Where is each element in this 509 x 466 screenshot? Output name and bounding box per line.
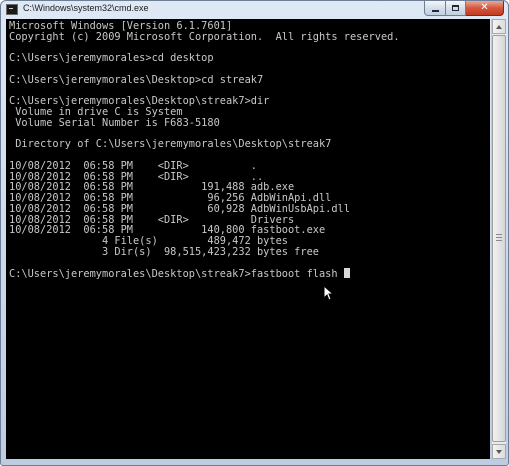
- console-line: C:\Users\jeremymorales>cd desktop: [9, 52, 214, 65]
- grip-icon: [496, 234, 502, 241]
- close-button[interactable]: ✕: [466, 1, 504, 16]
- close-icon: ✕: [480, 2, 489, 13]
- window-title: C:\Windows\system32\cmd.exe: [23, 3, 149, 13]
- console-app-icon[interactable]: [6, 4, 18, 15]
- command-line[interactable]: C:\Users\jeremymorales\Desktop\streak7>f…: [9, 268, 400, 281]
- console-output-area[interactable]: Microsoft Windows [Version 6.1.7601] Copy…: [6, 19, 490, 459]
- console-line: Copyright (c) 2009 Microsoft Corporation…: [9, 30, 400, 43]
- maximize-button[interactable]: [446, 1, 466, 16]
- arrow-down-icon: [496, 449, 502, 454]
- scroll-thumb[interactable]: [492, 35, 506, 442]
- vertical-scrollbar[interactable]: [491, 19, 506, 459]
- scroll-down-button[interactable]: [492, 444, 506, 459]
- minimize-button[interactable]: [424, 1, 446, 16]
- console-text: Microsoft Windows [Version 6.1.7601] Copy…: [9, 21, 400, 281]
- command-prompt: C:\Users\jeremymorales\Desktop\streak7>: [9, 268, 251, 281]
- console-line: 10/08/2012 06:58 PM 60,928 AdbWinUsbApi.…: [9, 202, 350, 215]
- title-bar[interactable]: C:\Windows\system32\cmd.exe ✕: [1, 1, 508, 19]
- arrow-up-icon: [496, 24, 502, 29]
- cmd-window: C:\Windows\system32\cmd.exe ✕ Microsoft …: [0, 0, 509, 466]
- console-line: C:\Users\jeremymorales\Desktop>cd streak…: [9, 73, 264, 86]
- maximize-icon: [452, 5, 459, 11]
- caption-buttons: ✕: [424, 1, 504, 17]
- console-line: Volume Serial Number is F683-5180: [9, 116, 220, 129]
- mouse-pointer-icon: [323, 285, 333, 301]
- text-cursor: [343, 268, 350, 279]
- console-line: 10/08/2012 06:58 PM <DIR> .: [9, 159, 257, 172]
- console-line: 3 Dir(s) 98,515,423,232 bytes free: [9, 245, 319, 258]
- command-input[interactable]: fastboot flash: [251, 268, 338, 280]
- minimize-icon: [431, 9, 439, 12]
- scroll-up-button[interactable]: [492, 19, 506, 34]
- console-line: Directory of C:\Users\jeremymorales\Desk…: [9, 138, 332, 151]
